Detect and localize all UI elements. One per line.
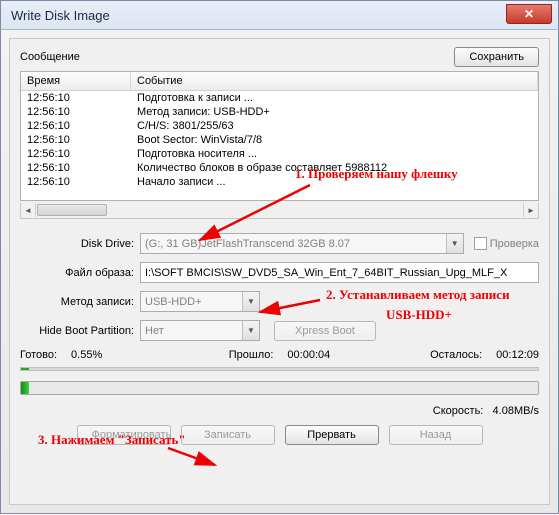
- table-row: 12:56:10C/H/S: 3801/255/63: [21, 119, 538, 133]
- disk-drive-label: Disk Drive:: [20, 238, 140, 250]
- close-icon: ✕: [524, 8, 534, 20]
- table-row: 12:56:10Метод записи: USB-HDD+: [21, 105, 538, 119]
- progress-info-row: Готово: 0.55% Прошло: 00:00:04 Осталось: 00…: [20, 349, 539, 361]
- image-file-field[interactable]: [140, 262, 539, 283]
- progress-bar-thin: [20, 367, 539, 371]
- window-title: Write Disk Image: [11, 8, 110, 23]
- elapsed-val: 00:00:04: [287, 349, 330, 361]
- verify-checkbox[interactable]: Проверка: [474, 237, 539, 250]
- table-row: 12:56:10Подготовка носителя ...: [21, 147, 538, 161]
- speed-row: Скорость: 4.08MB/s: [20, 405, 539, 417]
- disk-drive-value: (G:, 31 GB)JetFlashTranscend 32GB 8.07: [145, 238, 350, 250]
- hide-boot-label: Hide Boot Partition:: [20, 325, 140, 337]
- image-file-input[interactable]: [145, 267, 534, 279]
- save-button[interactable]: Сохранить: [454, 47, 539, 67]
- hide-boot-value: Нет: [145, 325, 164, 337]
- table-row: 12:56:10Начало записи ...: [21, 175, 538, 189]
- format-button: Форматировать: [77, 425, 171, 445]
- window-titlebar[interactable]: Write Disk Image ✕: [0, 0, 559, 30]
- table-row: 12:56:10Подготовка к записи ...: [21, 91, 538, 105]
- write-method-label: Метод записи:: [20, 296, 140, 308]
- col-event-header[interactable]: Событие: [131, 72, 538, 90]
- done-pct: 0.55%: [71, 349, 102, 361]
- scroll-thumb[interactable]: [37, 204, 107, 216]
- chevron-down-icon: ▼: [446, 234, 463, 253]
- table-row: 12:56:10Boot Sector: WinVista/7/8: [21, 133, 538, 147]
- close-button[interactable]: ✕: [506, 4, 552, 24]
- dialog-body: Сообщение Сохранить Время Событие 12:56:…: [9, 38, 550, 505]
- back-button: Назад: [389, 425, 483, 445]
- image-file-label: Файл образа:: [20, 267, 140, 279]
- write-method-combo[interactable]: USB-HDD+ ▼: [140, 291, 260, 312]
- chevron-down-icon: ▼: [242, 321, 259, 340]
- col-time-header[interactable]: Время: [21, 72, 131, 90]
- remain-val: 00:12:09: [496, 349, 539, 361]
- speed-label: Скорость:: [433, 405, 484, 417]
- xpress-boot-button: Xpress Boot: [274, 321, 376, 341]
- table-row: 12:56:10Количество блоков в образе соста…: [21, 161, 538, 175]
- done-label: Готово:: [20, 349, 57, 361]
- log-body: 12:56:10Подготовка к записи ... 12:56:10…: [21, 91, 538, 189]
- log-table: Время Событие 12:56:10Подготовка к запис…: [20, 71, 539, 201]
- scroll-left-icon[interactable]: ◄: [21, 203, 36, 217]
- disk-drive-combo[interactable]: (G:, 31 GB)JetFlashTranscend 32GB 8.07 ▼: [140, 233, 464, 254]
- remain-label: Осталось:: [430, 349, 482, 361]
- window-frame: Сообщение Сохранить Время Событие 12:56:…: [0, 30, 559, 514]
- log-scrollbar[interactable]: ◄ ►: [20, 203, 539, 219]
- abort-button[interactable]: Прервать: [285, 425, 379, 445]
- progress-bar-main: [20, 381, 539, 395]
- speed-value: 4.08MB/s: [493, 405, 539, 417]
- write-method-value: USB-HDD+: [145, 296, 202, 308]
- chevron-down-icon: ▼: [242, 292, 259, 311]
- write-button: Записать: [181, 425, 275, 445]
- button-row: Форматировать Записать Прервать Назад: [20, 425, 539, 445]
- verify-label: Проверка: [490, 238, 539, 250]
- elapsed-label: Прошло:: [229, 349, 274, 361]
- checkbox-box: [474, 237, 487, 250]
- log-header: Время Событие: [21, 72, 538, 91]
- scroll-right-icon[interactable]: ►: [523, 203, 538, 217]
- hide-boot-combo[interactable]: Нет ▼: [140, 320, 260, 341]
- message-label: Сообщение: [20, 51, 454, 63]
